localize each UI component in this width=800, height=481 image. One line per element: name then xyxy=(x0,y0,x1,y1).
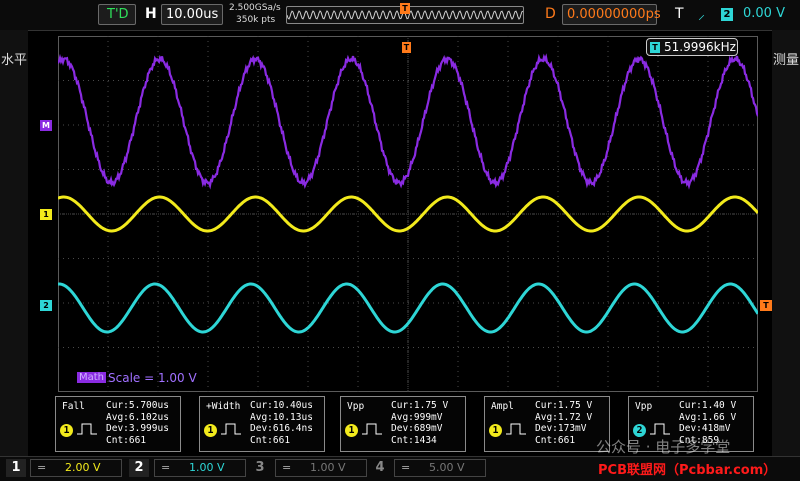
measurement-name: Ampl xyxy=(491,401,514,412)
measurement-source-badge: 1 xyxy=(204,424,217,437)
trigger-level[interactable]: 0.00 V xyxy=(743,6,785,21)
channel-scale-value: 2.00 V xyxy=(65,461,101,474)
horizontal-label: H xyxy=(145,6,157,22)
channel3-button[interactable]: 3 xyxy=(250,459,270,477)
waveform-display-area[interactable] xyxy=(58,36,758,392)
channel1-scale[interactable]: = 2.00 V xyxy=(30,459,122,477)
delay-label: D xyxy=(545,6,556,22)
measure-side-label: 测量 xyxy=(772,53,799,68)
measurement-average: Avg:6.102us xyxy=(106,411,169,423)
channel2-button[interactable]: 2 xyxy=(129,459,149,477)
measurement-name: Fall xyxy=(62,401,85,412)
freq-badge-icon: T xyxy=(650,42,660,53)
trigger-edge-icon: ⸝ xyxy=(698,7,705,23)
measurement-name: Vpp xyxy=(635,401,653,412)
trigger-level-marker[interactable]: T xyxy=(760,300,772,311)
measurement-panel[interactable]: Fall Cur:5.700us Avg:6.102us Dev:3.999us Cnt… xyxy=(55,396,181,452)
channel2-offset-marker[interactable]: 2 xyxy=(40,300,52,311)
trigger-source-badge: 2 xyxy=(721,8,733,21)
channel1-offset-marker[interactable]: 1 xyxy=(40,209,52,220)
memory-depth: 350k pts xyxy=(236,15,276,25)
measurement-source-badge: 1 xyxy=(60,424,73,437)
trigger-mode-button[interactable]: T'D xyxy=(98,4,136,25)
coupling-icon: = xyxy=(37,461,47,474)
measurement-deviation: Dev:3.999us xyxy=(106,423,169,434)
measurement-name: Vpp xyxy=(347,401,365,412)
measurement-current: Cur:10.40us xyxy=(250,400,313,411)
trigger-time-marker[interactable]: T xyxy=(402,42,411,53)
measurement-deviation: Dev:689mV xyxy=(391,423,443,434)
coupling-icon: = xyxy=(401,461,411,474)
measurement-type-icon xyxy=(650,423,670,435)
measurement-average: Avg:999mV xyxy=(391,411,443,423)
channel4-scale[interactable]: = 5.00 V xyxy=(394,459,486,477)
wechat-watermark: 公众号 · 电子多学堂 xyxy=(596,438,731,456)
coupling-icon: = xyxy=(161,461,171,474)
channel3-scale[interactable]: = 1.00 V xyxy=(275,459,367,477)
measurement-panel[interactable]: Vpp Cur:1.75 V Avg:999mV Dev:689mV Cnt:1434 1 xyxy=(340,396,466,452)
measurement-current: Cur:5.700us xyxy=(106,400,169,411)
measurement-average: Avg:10.13us xyxy=(250,411,313,423)
measurement-count: Cnt:661 xyxy=(250,434,291,446)
channel2-scale[interactable]: = 1.00 V xyxy=(154,459,246,477)
measurement-type-icon xyxy=(77,423,97,435)
measurement-source-badge: 1 xyxy=(345,424,358,437)
measurement-name: +Width xyxy=(206,401,241,412)
measurement-current: Cur:1.40 V xyxy=(679,400,737,411)
measurement-deviation: Dev:418mV xyxy=(679,423,731,434)
site-watermark: PCB联盟网（Pcbbar.com） xyxy=(598,463,777,478)
sample-rate: 2.500GSa/s xyxy=(229,3,281,13)
channel1-button[interactable]: 1 xyxy=(6,459,26,477)
measurement-deviation: Dev:173mV xyxy=(535,423,587,434)
channel4-button[interactable]: 4 xyxy=(370,459,390,477)
channel-scale-value: 1.00 V xyxy=(310,461,346,474)
delay-display[interactable]: 0.00000000ps xyxy=(562,4,661,25)
measurement-panel[interactable]: Ampl Cur:1.75 V Avg:1.72 V Dev:173mV Cnt:661… xyxy=(484,396,610,452)
measurement-average: Avg:1.66 V xyxy=(679,411,737,423)
measurement-count: Cnt:661 xyxy=(535,434,576,446)
waveform-plot xyxy=(58,36,758,392)
measurement-count: Cnt:1434 xyxy=(391,434,437,446)
timebase-value: 10.00us xyxy=(166,7,219,22)
trigger-label: T xyxy=(675,6,684,22)
trigger-position-marker: T xyxy=(400,3,410,14)
measurement-source-badge: 1 xyxy=(489,424,502,437)
math-badge: Math xyxy=(77,372,107,383)
channel-scale-value: 1.00 V xyxy=(189,461,225,474)
math-offset-marker[interactable]: M xyxy=(40,120,52,131)
graticule xyxy=(58,36,758,392)
measure-side-tab[interactable]: 测量 xyxy=(772,30,800,458)
horizontal-side-tab[interactable]: 水平 xyxy=(0,30,28,458)
measurement-count: Cnt:661 xyxy=(106,434,147,446)
frequency-value: 51.9996kHz xyxy=(664,40,736,54)
math-scale: Scale = 1.00 V xyxy=(108,371,197,385)
measurement-panel[interactable]: +Width Cur:10.40us Avg:10.13us Dev:616.4ns C… xyxy=(199,396,325,452)
horizontal-side-label: 水平 xyxy=(0,53,27,68)
measurement-deviation: Dev:616.4ns xyxy=(250,423,313,434)
measurement-type-icon xyxy=(362,423,382,435)
measurement-average: Avg:1.72 V xyxy=(535,411,593,423)
measurement-type-icon xyxy=(506,423,526,435)
channel-scale-value: 5.00 V xyxy=(429,461,465,474)
measurement-current: Cur:1.75 V xyxy=(535,400,593,411)
measurement-type-icon xyxy=(221,423,241,435)
trigger-mode-label: T'D xyxy=(107,7,129,22)
timebase-display[interactable]: 10.00us xyxy=(161,4,223,25)
measurement-current: Cur:1.75 V xyxy=(391,400,449,411)
coupling-icon: = xyxy=(282,461,292,474)
delay-value: 0.00000000ps xyxy=(567,7,661,22)
frequency-counter[interactable]: T 51.9996kHz xyxy=(646,38,738,56)
